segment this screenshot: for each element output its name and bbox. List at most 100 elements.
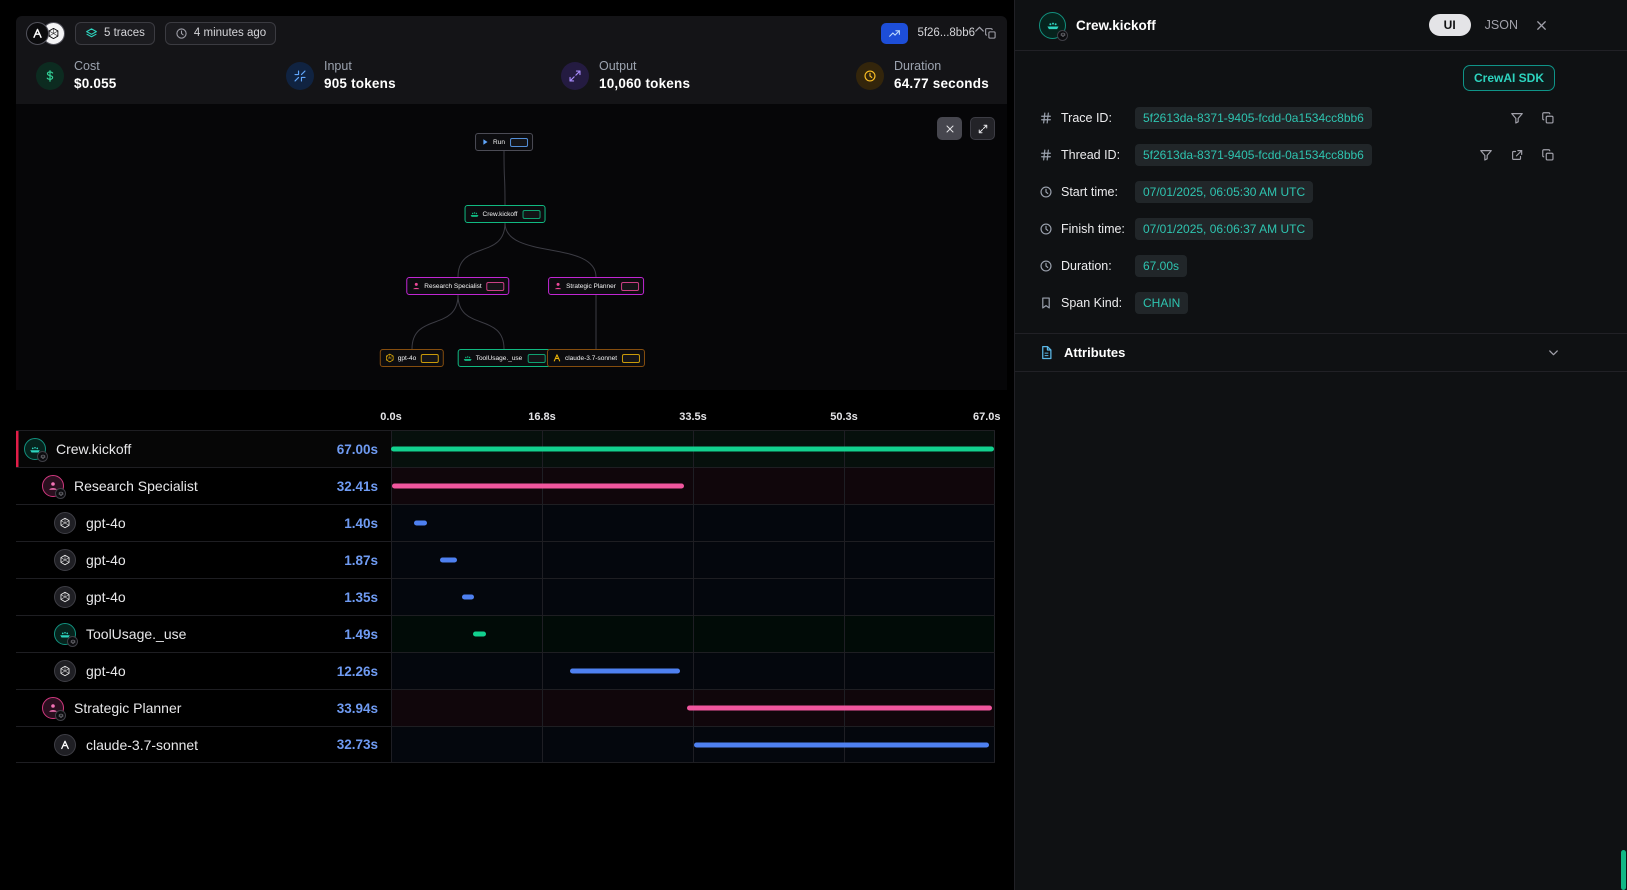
span-timeline: 0.0s16.8s33.5s50.3s67.0s Crew.kickoff67.… — [16, 390, 995, 763]
timeline-row[interactable]: Crew.kickoff67.00s — [16, 430, 995, 467]
graph-node-claude[interactable]: claude-3.7-sonnet — [547, 349, 645, 367]
stat-value: 64.77 seconds — [894, 76, 989, 91]
timeline-row[interactable]: Strategic Planner33.94s — [16, 689, 995, 726]
tab-ui[interactable]: UI — [1429, 14, 1471, 36]
field-value: 07/01/2025, 06:05:30 AM UTC — [1135, 181, 1313, 203]
detail-field: Thread ID: 5f2613da-8371-9405-fcdd-0a1534… — [1015, 136, 1627, 173]
close-graph-button[interactable] — [937, 117, 962, 140]
graph-node-tag — [621, 282, 639, 291]
timeline-row[interactable]: claude-3.7-sonnet 32.73s — [16, 726, 995, 763]
anthropic-icon — [552, 353, 562, 363]
graph-node-strategic[interactable]: Strategic Planner — [548, 277, 644, 295]
timeline-track — [391, 579, 995, 615]
duration-bar[interactable] — [414, 521, 427, 526]
duration-bar[interactable] — [687, 706, 992, 711]
trend-icon — [888, 27, 901, 40]
graph-node-tag — [510, 138, 528, 147]
graph-node-label: Crew.kickoff — [483, 211, 518, 218]
traces-count-badge[interactable]: 5 traces — [75, 22, 155, 45]
graph-node-run[interactable]: Run — [475, 133, 533, 151]
span-name: claude-3.7-sonnet — [86, 737, 198, 753]
graph-node-label: Strategic Planner — [566, 283, 616, 290]
graph-node-tool[interactable]: ToolUsage._use — [458, 349, 551, 367]
timeline-row-label: ToolUsage._use1.49s — [16, 616, 391, 652]
span-name: Research Specialist — [74, 478, 198, 494]
sdk-badge[interactable]: CrewAI SDK — [1463, 65, 1555, 91]
graph-node-tag — [421, 354, 439, 363]
trace-graph-button[interactable] — [881, 23, 908, 44]
tab-json[interactable]: JSON — [1485, 18, 1518, 32]
close-panel-icon[interactable] — [1534, 18, 1549, 33]
graph-node-label: gpt-4o — [398, 355, 416, 362]
timeline-row[interactable]: gpt-4o12.26s — [16, 652, 995, 689]
panel-header: Crew.kickoff UI JSON — [1015, 0, 1627, 51]
field-label: Thread ID: — [1061, 148, 1127, 162]
agent-icon — [42, 697, 64, 719]
field-actions — [1510, 111, 1555, 125]
duration-bar[interactable] — [392, 484, 684, 489]
field-label: Finish time: — [1061, 222, 1127, 236]
span-name: gpt-4o — [86, 515, 126, 531]
timeline-track — [391, 653, 995, 689]
field-value: 07/01/2025, 06:06:37 AM UTC — [1135, 218, 1313, 240]
crew-icon — [24, 438, 46, 460]
detail-field: Span Kind:CHAIN — [1015, 284, 1627, 321]
timeline-track — [391, 616, 995, 652]
duration-bar[interactable] — [473, 632, 486, 637]
openai-icon — [385, 353, 395, 363]
filter-icon[interactable] — [1479, 148, 1493, 162]
expand-graph-button[interactable] — [970, 117, 995, 140]
graph-node-tag — [487, 282, 505, 291]
dollar-icon — [36, 62, 64, 90]
graph-node-label: ToolUsage._use — [476, 355, 523, 362]
duration-bar[interactable] — [391, 447, 994, 452]
app-root: 5 traces 4 minutes ago 5f26...8bb6 Cost$… — [0, 0, 1627, 890]
span-name: gpt-4o — [86, 552, 126, 568]
copy-icon[interactable] — [1541, 148, 1555, 162]
trace-graph: Run Crew.kickoff Research Specialist Strate… — [16, 104, 1007, 390]
duration-bar[interactable] — [570, 669, 680, 674]
span-duration: 32.73s — [337, 737, 391, 752]
graph-node-label: Research Specialist — [424, 283, 481, 290]
duration-bar[interactable] — [462, 595, 474, 600]
field-value: 5f2613da-8371-9405-fcdd-0a1534cc8bb6 — [1135, 144, 1372, 166]
graph-node-gpt4o[interactable]: gpt-4o — [380, 349, 444, 367]
collapse-chevron-icon[interactable] — [972, 22, 987, 37]
chevron-down-icon[interactable] — [1546, 345, 1561, 360]
scrollbar-thumb[interactable] — [1621, 850, 1626, 890]
graph-node-label: Run — [493, 139, 505, 146]
duration-bar[interactable] — [440, 558, 457, 563]
stat-value: 10,060 tokens — [599, 76, 690, 91]
attributes-label: Attributes — [1064, 345, 1125, 360]
external-link-icon[interactable] — [1510, 148, 1524, 162]
timeline-row[interactable]: gpt-4o1.35s — [16, 578, 995, 615]
graph-controls — [937, 117, 995, 140]
graph-node-research[interactable]: Research Specialist — [406, 277, 509, 295]
stat-label: Input — [324, 59, 396, 73]
arrows-in-icon — [286, 62, 314, 90]
span-name: ToolUsage._use — [86, 626, 186, 642]
trace-overview: 5 traces 4 minutes ago 5f26...8bb6 Cost$… — [0, 0, 1014, 890]
timeline-row[interactable]: Research Specialist32.41s — [16, 467, 995, 504]
field-label: Trace ID: — [1061, 111, 1127, 125]
timeline-row[interactable]: ToolUsage._use1.49s — [16, 615, 995, 652]
timeline-row-label: gpt-4o12.26s — [16, 653, 391, 689]
detail-fields: Trace ID: 5f2613da-8371-9405-fcdd-0a1534c… — [1015, 99, 1627, 321]
stat-duration: Duration64.77 seconds — [856, 59, 989, 91]
trace-age-label: 4 minutes ago — [194, 27, 266, 39]
clock-icon — [175, 27, 188, 40]
anthropic-logo-icon — [26, 22, 49, 45]
timeline-row-label: Research Specialist32.41s — [16, 468, 391, 504]
timeline-row[interactable]: gpt-4o1.40s — [16, 504, 995, 541]
timeline-row[interactable]: gpt-4o1.87s — [16, 541, 995, 578]
play-icon — [480, 137, 490, 147]
attributes-section[interactable]: Attributes — [1015, 333, 1627, 372]
duration-bar[interactable] — [694, 742, 989, 747]
graph-node-crew[interactable]: Crew.kickoff — [465, 205, 546, 223]
axis-tick: 67.0s — [973, 411, 1001, 423]
copy-icon[interactable] — [1541, 111, 1555, 125]
filter-icon[interactable] — [1510, 111, 1524, 125]
detail-field: Duration:67.00s — [1015, 247, 1627, 284]
span-detail-panel: Crew.kickoff UI JSON CrewAI SDK Trace ID… — [1014, 0, 1627, 890]
layers-icon — [85, 27, 98, 40]
